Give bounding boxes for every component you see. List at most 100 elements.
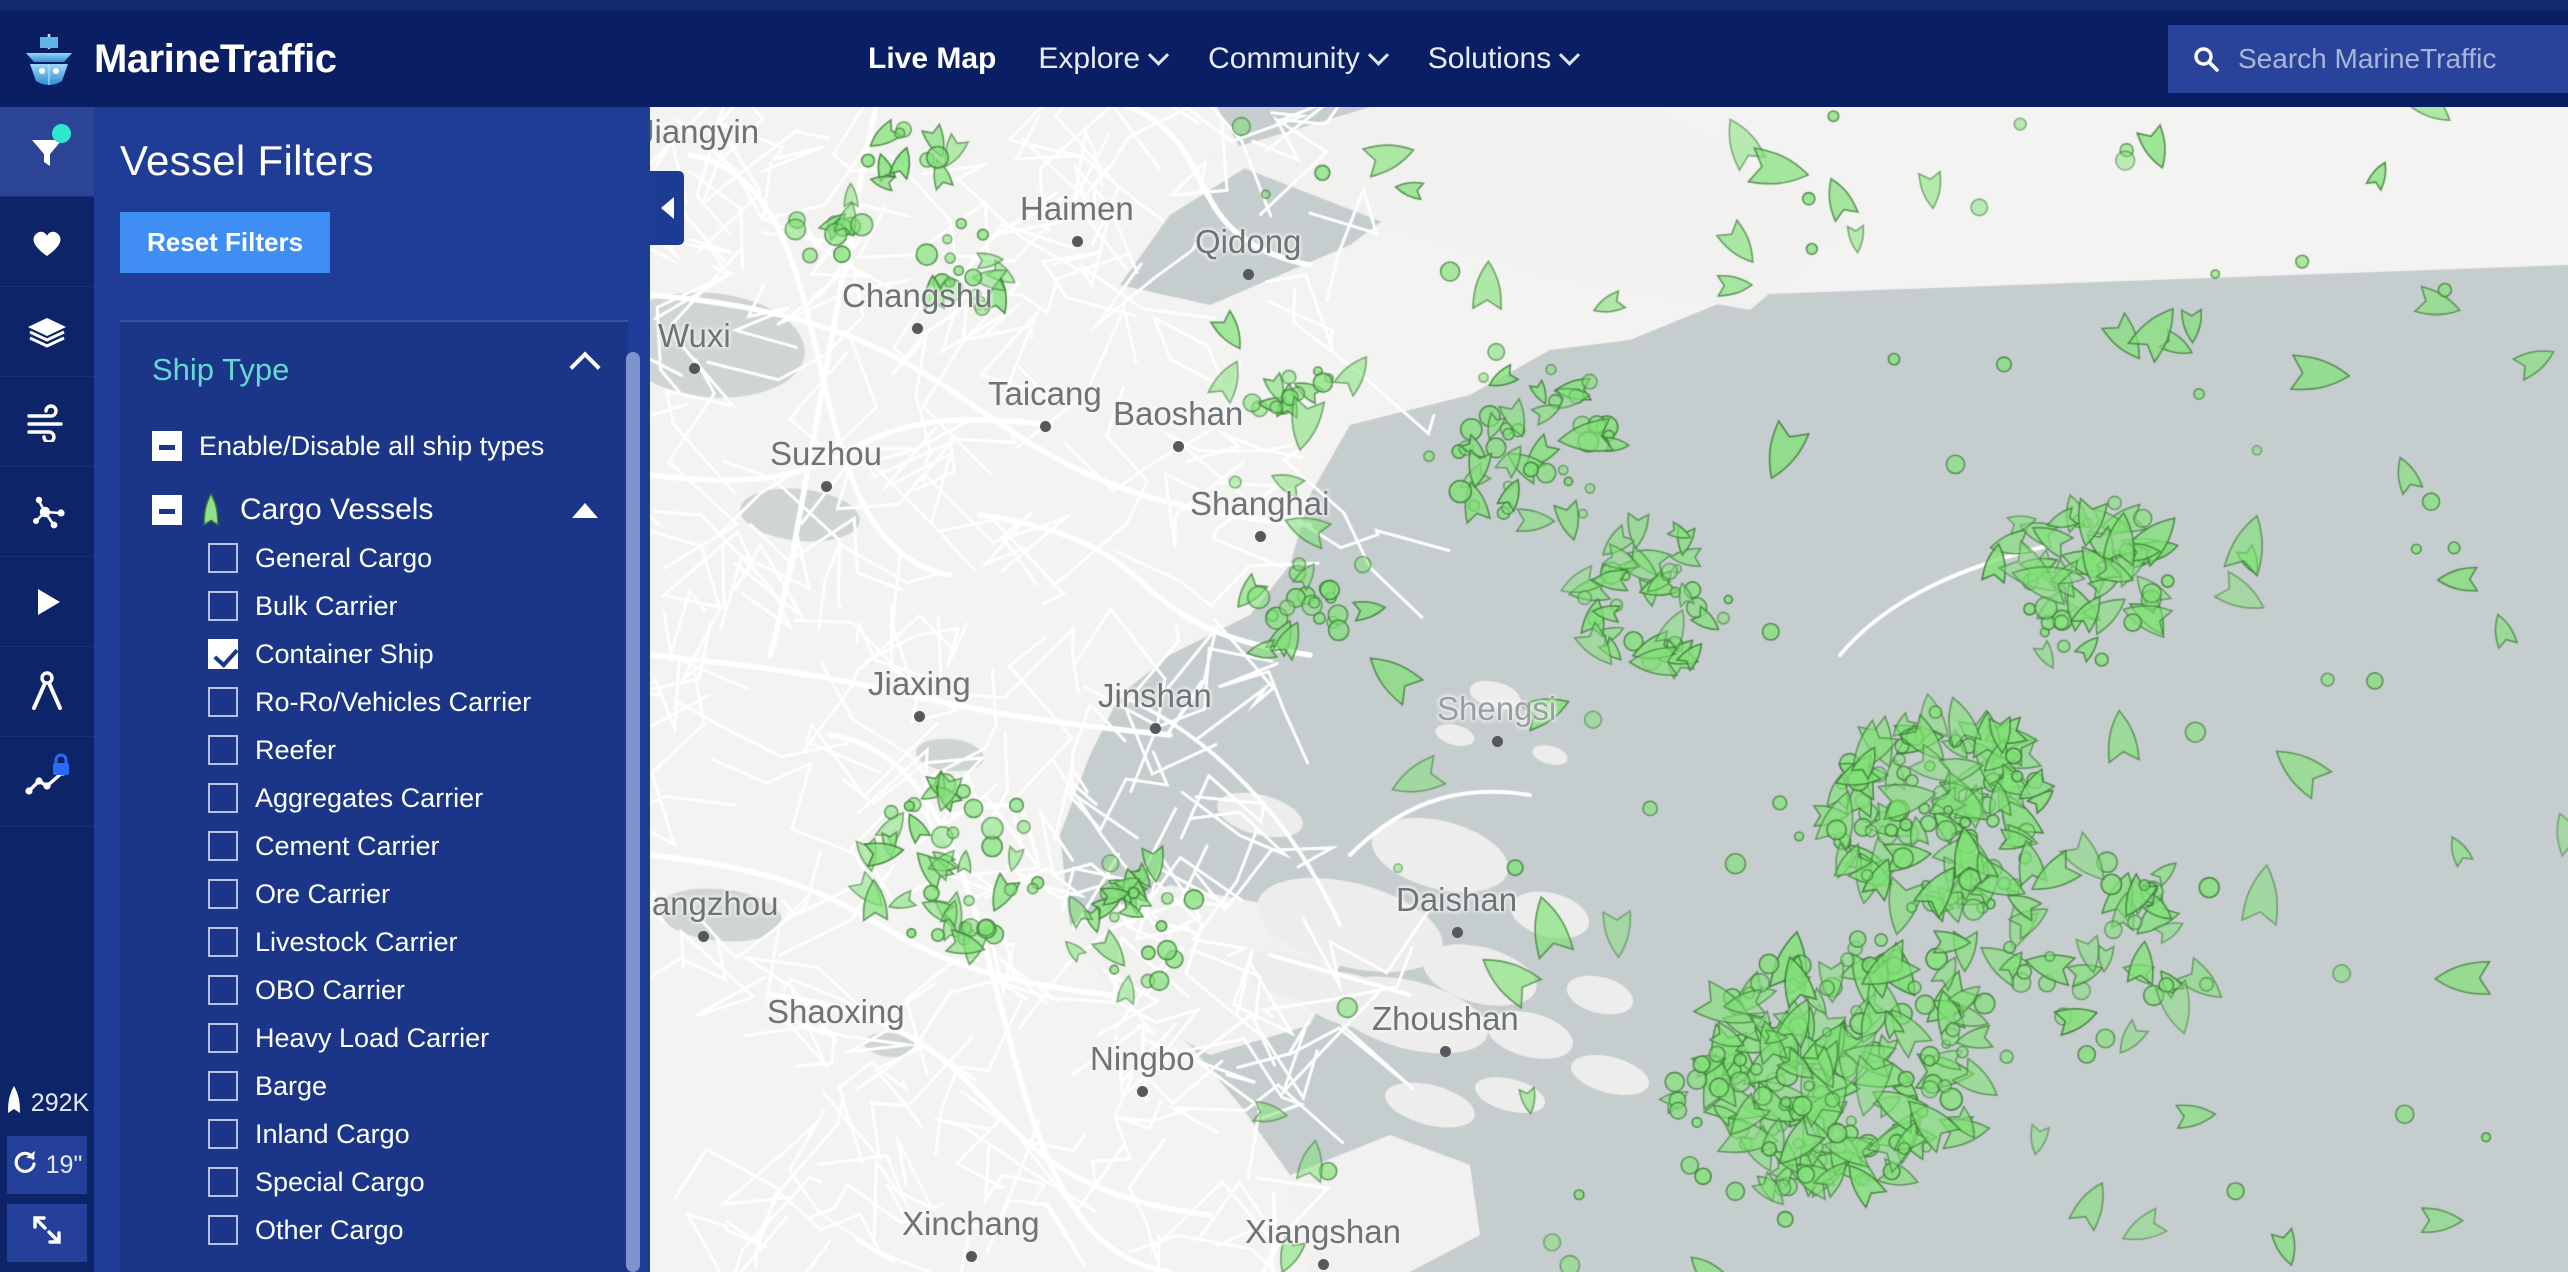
chevron-down-icon: [1367, 44, 1389, 66]
nav-label: Explore: [1038, 42, 1141, 75]
ship-type-row[interactable]: Barge: [120, 1062, 628, 1110]
panel-scrollbar[interactable]: [626, 352, 640, 1272]
ship-type-row[interactable]: Livestock Carrier: [120, 918, 628, 966]
ship-type-label: Cement Carrier: [255, 830, 440, 861]
cargo-vessels-label: Cargo Vessels: [240, 493, 434, 526]
vessel-marker-icon: [5, 1085, 23, 1122]
section-title: Ship Type: [152, 352, 290, 387]
ship-type-row[interactable]: Special Cargo: [120, 1158, 628, 1206]
chevron-down-icon: [1147, 44, 1170, 66]
network-share-icon: [27, 492, 67, 532]
nav-label: Solutions: [1427, 42, 1552, 75]
page-title: Vessel Filters: [120, 137, 374, 184]
refresh-timer-value: 19": [45, 1150, 83, 1179]
rail-item-my-fleet[interactable]: [0, 197, 94, 287]
ship-type-label: Livestock Carrier: [255, 926, 458, 957]
ship-type-row[interactable]: Bulk Carrier: [120, 582, 628, 630]
map-tiles[interactable]: [650, 95, 2568, 1272]
refresh-icon: [12, 1149, 38, 1182]
rail-item-measure[interactable]: [0, 647, 94, 737]
ship-type-row[interactable]: Aggregates Carrier: [120, 774, 628, 822]
ship-type-label: Container Ship: [255, 638, 434, 669]
rail-item-map-layers[interactable]: [0, 287, 94, 377]
cargo-vessels-group-row[interactable]: Cargo Vessels: [120, 486, 628, 534]
ship-type-checkbox[interactable]: [208, 639, 238, 669]
rail-item-playback[interactable]: [0, 557, 94, 647]
vessel-count-indicator: 292K: [0, 1070, 94, 1136]
ship-type-label: Reefer: [255, 734, 337, 765]
ship-type-checkbox[interactable]: [208, 1215, 238, 1245]
ship-type-checkbox[interactable]: [208, 927, 238, 957]
ship-type-row[interactable]: Container Ship: [120, 630, 628, 678]
rail-item-analytics[interactable]: [0, 737, 94, 827]
tool-rail: 292K 19": [0, 107, 94, 1272]
ship-type-row[interactable]: OBO Carrier: [120, 966, 628, 1014]
ship-type-section-header[interactable]: Ship Type: [120, 322, 628, 388]
brand-name: MarineTraffic: [94, 36, 337, 81]
ship-type-checkbox[interactable]: [208, 1119, 238, 1149]
ship-type-label: Special Cargo: [255, 1166, 425, 1197]
vessel-filters-panel: Vessel Filters Reset Filters Ship Type E…: [94, 107, 650, 1272]
ship-type-label: General Cargo: [255, 542, 433, 573]
ship-type-checkbox[interactable]: [208, 543, 238, 573]
ship-type-label: Barge: [255, 1070, 328, 1101]
ship-type-row[interactable]: Inland Cargo: [120, 1110, 628, 1158]
ship-type-checkbox[interactable]: [208, 1167, 238, 1197]
ship-type-label: Heavy Load Carrier: [255, 1022, 490, 1053]
rail-item-vessel-filters[interactable]: [0, 107, 94, 197]
ship-type-row[interactable]: Ore Carrier: [120, 870, 628, 918]
ship-type-row[interactable]: General Cargo: [120, 534, 628, 582]
refresh-timer-button[interactable]: 19": [7, 1136, 87, 1194]
cargo-vessel-icon: [199, 492, 223, 527]
toggle-all-checkbox[interactable]: [152, 431, 182, 461]
ship-type-row[interactable]: Ro-Ro/Vehicles Carrier: [120, 678, 628, 726]
nav-label: Community: [1208, 42, 1360, 75]
panel-header: Vessel Filters Reset Filters: [94, 107, 650, 273]
ship-type-checkbox[interactable]: [208, 879, 238, 909]
chevron-up-icon[interactable]: [569, 351, 601, 383]
vessel-count-value: 292K: [30, 1088, 90, 1117]
cargo-vessels-checkbox[interactable]: [152, 495, 182, 525]
chevron-up-icon[interactable]: [572, 502, 598, 518]
ship-type-row[interactable]: Reefer: [120, 726, 628, 774]
rail-status-group: 292K 19": [0, 1070, 94, 1272]
chevron-left-icon: [660, 197, 674, 219]
ship-type-checkbox[interactable]: [208, 735, 238, 765]
lock-icon: [50, 753, 72, 777]
live-map[interactable]: Jiangyin Haimen Qidong Changshu Wuxi Taicang B…: [650, 95, 2568, 1272]
search-icon: [2192, 45, 2220, 73]
search-input[interactable]: [2238, 43, 2558, 75]
rail-item-weather[interactable]: [0, 377, 94, 467]
reset-filters-button[interactable]: Reset Filters: [120, 212, 331, 273]
ship-type-checkbox[interactable]: [208, 831, 238, 861]
ship-type-checkbox[interactable]: [208, 591, 238, 621]
toggle-all-label: Enable/Disable all ship types: [199, 430, 545, 461]
nav-item-community[interactable]: Community: [1208, 42, 1389, 76]
ship-type-section: Ship Type Enable/Disable all ship types …: [120, 320, 628, 1272]
ship-type-checkbox[interactable]: [208, 975, 238, 1005]
compass-divider-icon: [27, 670, 67, 714]
ship-type-label: Bulk Carrier: [255, 590, 398, 621]
ship-type-label: Other Cargo: [255, 1214, 404, 1245]
ship-type-row[interactable]: Heavy Load Carrier: [120, 1014, 628, 1062]
ship-type-checkbox[interactable]: [208, 783, 238, 813]
nav-item-solutions[interactable]: Solutions: [1427, 42, 1581, 76]
nav-item-live-map[interactable]: Live Map: [868, 42, 996, 76]
ship-type-checkbox[interactable]: [208, 687, 238, 717]
search-container[interactable]: [2168, 25, 2568, 93]
ship-bow-icon: [18, 31, 80, 87]
ship-type-label: Inland Cargo: [255, 1118, 410, 1149]
primary-nav: Live Map Explore Community Solutions: [868, 42, 1581, 76]
ship-type-row[interactable]: Other Cargo: [120, 1206, 628, 1254]
fullscreen-button[interactable]: [7, 1204, 87, 1262]
ship-type-checkbox[interactable]: [208, 1071, 238, 1101]
rail-item-routes[interactable]: [0, 467, 94, 557]
toggle-all-ship-types-row[interactable]: Enable/Disable all ship types: [120, 422, 628, 470]
ship-type-checkbox[interactable]: [208, 1023, 238, 1053]
brand-logo[interactable]: MarineTraffic: [0, 31, 640, 87]
ship-type-row[interactable]: Cement Carrier: [120, 822, 628, 870]
layers-icon: [25, 312, 69, 352]
nav-item-explore[interactable]: Explore: [1038, 42, 1170, 76]
fullscreen-icon: [32, 1215, 62, 1252]
panel-collapse-button[interactable]: [650, 171, 684, 245]
